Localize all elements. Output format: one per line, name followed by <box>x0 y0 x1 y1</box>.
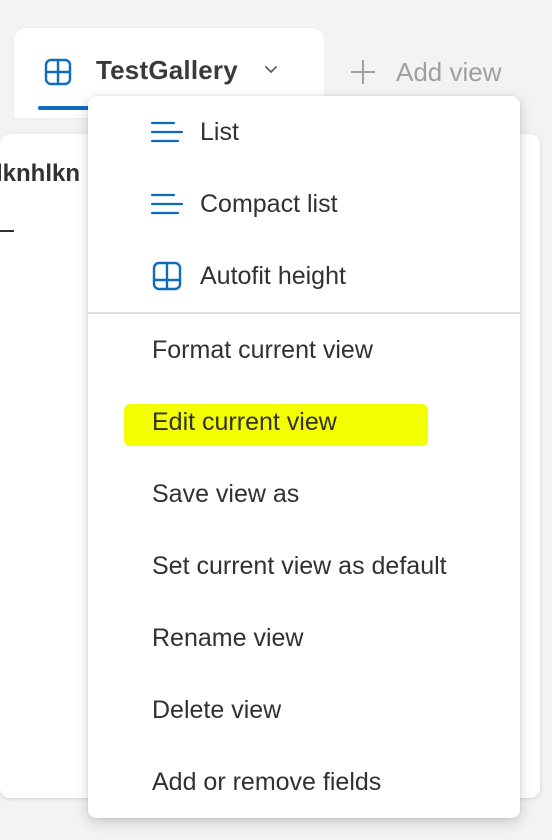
menu-item-label: Rename view <box>152 623 304 652</box>
menu-item-compact-list[interactable]: Compact list <box>88 174 520 234</box>
view-options-menu: List Compact list Autofit height Format … <box>88 96 520 818</box>
menu-item-label: Autofit height <box>200 261 346 290</box>
menu-item-label: List <box>200 117 239 146</box>
menu-item-label: Format current view <box>152 335 373 364</box>
compact-list-icon <box>150 189 184 219</box>
menu-item-add-remove-fields[interactable]: Add or remove fields <box>88 752 520 812</box>
menu-item-list[interactable]: List <box>88 102 520 162</box>
menu-item-label: Delete view <box>152 695 282 724</box>
menu-divider <box>88 312 520 314</box>
menu-item-label: Edit current view <box>152 407 337 436</box>
autofit-grid-icon <box>150 261 184 291</box>
card-dash-divider <box>0 230 14 232</box>
list-icon <box>150 117 184 147</box>
menu-item-save-view-as[interactable]: Save view as <box>88 464 520 524</box>
plus-icon <box>351 60 375 84</box>
card-title: lknhlkn <box>0 160 81 187</box>
menu-item-autofit-height[interactable]: Autofit height <box>88 246 520 306</box>
menu-item-label: Compact list <box>200 189 338 218</box>
menu-item-format-current-view[interactable]: Format current view <box>88 320 520 380</box>
app-stage: lknhlkn TestGallery Add view List Compac… <box>0 0 552 840</box>
add-view-button[interactable]: Add view <box>348 55 502 89</box>
add-view-label: Add view <box>396 56 502 87</box>
menu-item-label: Add or remove fields <box>152 767 382 796</box>
chevron-down-icon[interactable] <box>263 62 279 78</box>
menu-item-label: Set current view as default <box>152 551 447 580</box>
menu-item-set-default-view[interactable]: Set current view as default <box>88 536 520 596</box>
menu-item-edit-current-view[interactable]: Edit current view <box>88 392 520 452</box>
menu-item-label: Save view as <box>152 479 300 508</box>
grid-view-icon <box>44 58 72 86</box>
tab-label[interactable]: TestGallery <box>96 55 238 86</box>
menu-item-rename-view[interactable]: Rename view <box>88 608 520 668</box>
menu-item-delete-view[interactable]: Delete view <box>88 680 520 740</box>
tab-active-indicator <box>38 106 90 110</box>
